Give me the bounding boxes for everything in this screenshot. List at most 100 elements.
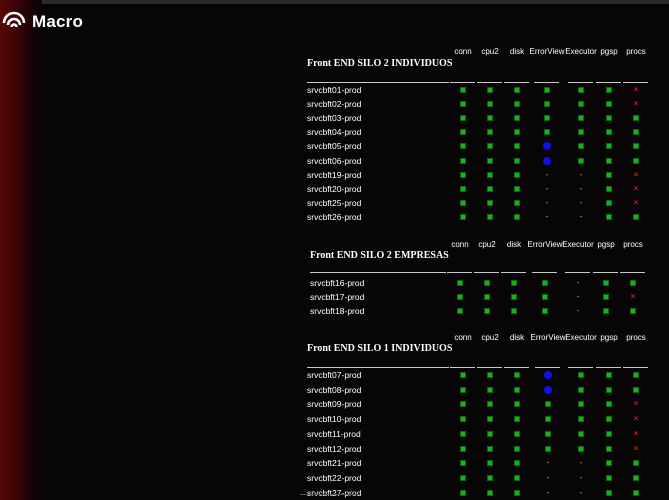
status-na-icon[interactable]: -	[580, 459, 583, 467]
status-na-icon[interactable]: -	[546, 184, 549, 193]
status-na-icon[interactable]: -	[577, 279, 580, 287]
status-ok-icon[interactable]	[578, 372, 584, 378]
status-ok-icon[interactable]	[633, 489, 639, 496]
status-ok-icon[interactable]	[514, 489, 520, 496]
status-fail-icon[interactable]: ×	[634, 198, 639, 207]
status-ok-icon[interactable]	[487, 401, 493, 408]
status-ok-icon[interactable]	[633, 386, 639, 393]
status-ok-icon[interactable]	[630, 308, 636, 314]
status-ok-icon[interactable]	[606, 129, 612, 136]
status-ok-icon[interactable]	[578, 115, 584, 122]
host-name[interactable]: srvcbft21-prod	[307, 458, 361, 468]
status-ok-icon[interactable]	[457, 294, 463, 300]
status-ok-icon[interactable]	[511, 308, 517, 314]
status-ok-icon[interactable]	[514, 171, 520, 178]
status-fail-icon[interactable]: ×	[631, 293, 636, 301]
status-na-icon[interactable]: -	[580, 198, 583, 207]
status-ok-icon[interactable]	[487, 101, 493, 108]
status-ok-icon[interactable]	[545, 416, 551, 423]
status-na-icon[interactable]: -	[580, 170, 583, 179]
host-name[interactable]: srvcbft08-prod	[307, 385, 361, 395]
host-name[interactable]: srvcbft26-prod	[307, 212, 361, 222]
status-ok-icon[interactable]	[460, 143, 466, 150]
status-na-icon[interactable]: -	[580, 488, 583, 497]
status-ok-icon[interactable]	[487, 474, 493, 481]
status-ok-icon[interactable]	[606, 185, 612, 192]
status-ok-icon[interactable]	[578, 430, 584, 437]
status-ok-icon[interactable]	[606, 143, 612, 150]
status-ok-icon[interactable]	[545, 430, 551, 437]
status-ok-icon[interactable]	[460, 372, 466, 378]
status-ok-icon[interactable]	[606, 445, 612, 452]
status-ok-icon[interactable]	[633, 129, 639, 136]
status-ok-icon[interactable]	[606, 199, 612, 206]
status-blue-dot-icon[interactable]	[544, 385, 552, 394]
status-fail-icon[interactable]: ×	[634, 415, 639, 423]
status-blue-dot-icon[interactable]	[543, 142, 551, 151]
status-ok-icon[interactable]	[606, 416, 612, 423]
status-ok-icon[interactable]	[544, 87, 550, 93]
host-name[interactable]: srvcbft16-prod	[310, 278, 364, 288]
status-ok-icon[interactable]	[514, 430, 520, 437]
status-ok-icon[interactable]	[578, 416, 584, 423]
status-blue-dot-icon[interactable]	[543, 156, 551, 165]
status-ok-icon[interactable]	[606, 87, 612, 93]
status-ok-icon[interactable]	[460, 171, 466, 178]
status-ok-icon[interactable]	[487, 129, 493, 136]
status-ok-icon[interactable]	[606, 213, 612, 220]
status-ok-icon[interactable]	[606, 430, 612, 437]
status-ok-icon[interactable]	[606, 489, 612, 496]
status-ok-icon[interactable]	[514, 101, 520, 108]
status-ok-icon[interactable]	[460, 460, 466, 467]
status-ok-icon[interactable]	[487, 430, 493, 437]
status-ok-icon[interactable]	[606, 401, 612, 408]
status-ok-icon[interactable]	[603, 280, 609, 286]
status-ok-icon[interactable]	[487, 416, 493, 423]
status-na-icon[interactable]: -	[547, 473, 550, 482]
status-ok-icon[interactable]	[633, 460, 639, 467]
host-name[interactable]: srvcbft18-prod	[310, 306, 364, 316]
status-ok-icon[interactable]	[514, 129, 520, 136]
status-ok-icon[interactable]	[460, 401, 466, 408]
status-ok-icon[interactable]	[514, 386, 520, 393]
status-ok-icon[interactable]	[514, 372, 520, 378]
status-ok-icon[interactable]	[544, 115, 550, 122]
status-na-icon[interactable]: -	[580, 184, 583, 193]
status-ok-icon[interactable]	[487, 213, 493, 220]
status-ok-icon[interactable]	[487, 372, 493, 378]
host-name[interactable]: srvcbft17-prod	[310, 292, 364, 302]
host-name[interactable]: srvcbft01-prod	[307, 85, 361, 95]
status-ok-icon[interactable]	[514, 185, 520, 192]
host-name[interactable]: srvcbft25-prod	[307, 198, 361, 208]
status-ok-icon[interactable]	[514, 143, 520, 150]
status-ok-icon[interactable]	[487, 199, 493, 206]
status-na-icon[interactable]: -	[547, 488, 550, 497]
status-ok-icon[interactable]	[578, 101, 584, 108]
host-name[interactable]: srvcbft12-prod	[307, 444, 361, 454]
status-ok-icon[interactable]	[606, 474, 612, 481]
status-ok-icon[interactable]	[603, 294, 609, 300]
status-na-icon[interactable]: -	[546, 212, 549, 221]
status-na-icon[interactable]: -	[577, 293, 580, 301]
status-ok-icon[interactable]	[630, 280, 636, 286]
host-name[interactable]: srvcbft20-prod	[307, 184, 361, 194]
status-ok-icon[interactable]	[514, 445, 520, 452]
status-ok-icon[interactable]	[460, 101, 466, 108]
status-ok-icon[interactable]	[487, 185, 493, 192]
status-ok-icon[interactable]	[460, 489, 466, 496]
status-ok-icon[interactable]	[487, 115, 493, 122]
status-ok-icon[interactable]	[606, 386, 612, 393]
status-ok-icon[interactable]	[542, 280, 548, 286]
status-ok-icon[interactable]	[511, 294, 517, 300]
status-fail-icon[interactable]: ×	[634, 170, 639, 179]
status-ok-icon[interactable]	[484, 280, 490, 286]
status-ok-icon[interactable]	[487, 157, 493, 164]
status-na-icon[interactable]: -	[546, 198, 549, 207]
status-ok-icon[interactable]	[487, 143, 493, 150]
status-ok-icon[interactable]	[487, 489, 493, 496]
status-ok-icon[interactable]	[578, 386, 584, 393]
status-ok-icon[interactable]	[457, 308, 463, 314]
status-ok-icon[interactable]	[514, 416, 520, 423]
status-ok-icon[interactable]	[460, 157, 466, 164]
status-ok-icon[interactable]	[514, 213, 520, 220]
